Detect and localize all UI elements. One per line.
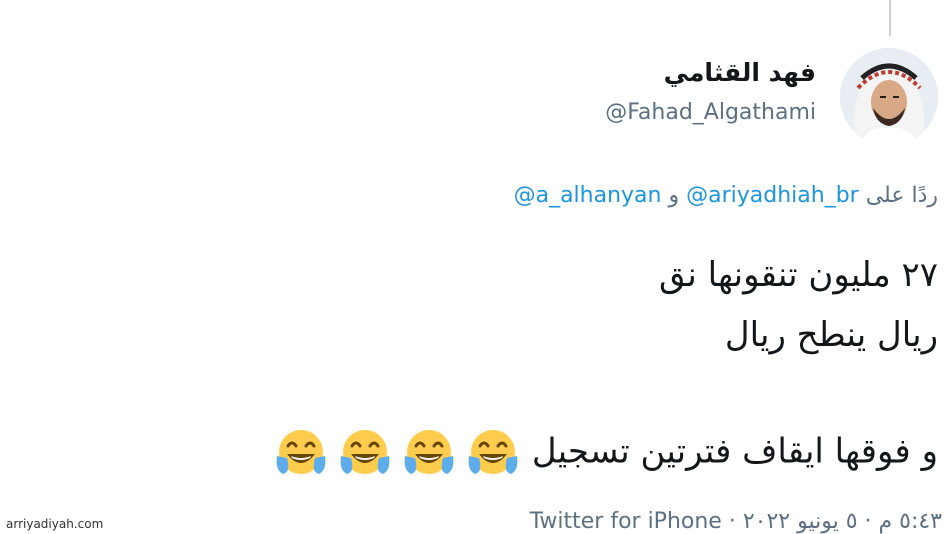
tears-of-joy-emoji-icon [404,430,454,474]
mention-link-1[interactable]: @ariyadhiah_br [686,183,859,208]
site-watermark: arriyadiyah.com [6,517,104,531]
mention-link-2[interactable]: @a_alhanyan [514,183,662,208]
tweet-text-line-1: ٢٧ مليون تنقونها نق [658,255,938,295]
replying-to-conjunction: و [668,183,680,208]
tweet-text-line-3-wrapper: و فوقها ايقاف فترتين تسجيل [265,426,938,480]
tweet-text-line-2: ريال ينطح ريال [724,315,938,355]
tweet-metadata: ٥:٤٣ م · ٥ يونيو ٢٠٢٢ · Twitter for iPho… [530,509,942,534]
meta-separator: · [721,509,736,534]
tears-of-joy-emoji-icon [276,430,326,474]
replying-to: ردًا على @ariyadhiah_br و @a_alhanyan [514,183,938,208]
tweet-timestamp[interactable]: ٥:٤٣ م · ٥ يونيو ٢٠٢٢ [743,509,942,534]
tears-of-joy-emoji-icon [468,430,518,474]
tweet-source[interactable]: Twitter for iPhone [530,509,722,534]
emoji-row [265,430,521,474]
display-name[interactable]: فهد القثامي [664,58,816,87]
replying-to-label: ردًا على [865,183,938,208]
tweet-text-line-3: و فوقها ايقاف فترتين تسجيل [531,431,938,472]
avatar[interactable] [840,48,938,146]
thread-connector-line [889,0,891,36]
previous-tweet-fragment: ▔▔▔▔▔▔▔▔▔▔▔▔▔▔▔▔▔▔▔▔▔▔▔▔▔▔▔▔▔▔▔▔▔▔▔▔▔▔▔▔… [130,0,760,13]
tears-of-joy-emoji-icon [340,430,390,474]
user-handle[interactable]: @Fahad_Algathami [605,100,816,125]
avatar-image [840,48,938,146]
